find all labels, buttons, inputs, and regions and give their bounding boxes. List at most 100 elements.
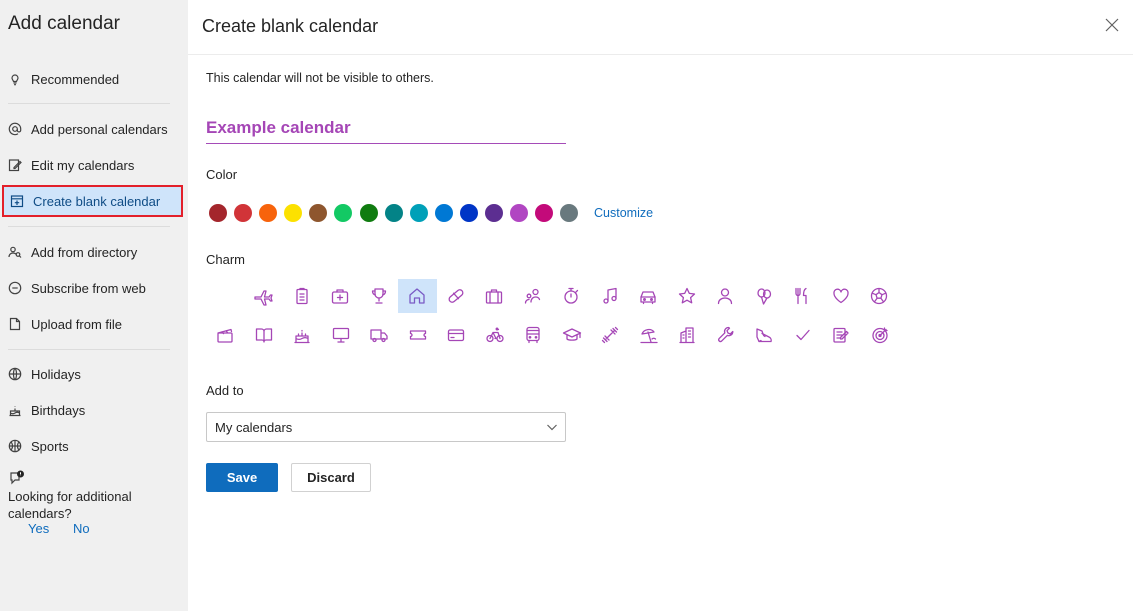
music-note-icon[interactable] [591,279,630,313]
home-icon[interactable] [398,279,437,313]
sidebar-item-label: Recommended [31,71,120,87]
sidebar-item-holidays[interactable]: Holidays [0,359,186,389]
sidebar-item-label: Upload from file [31,316,123,332]
beach-icon[interactable] [630,318,669,352]
color-swatch[interactable] [234,203,253,222]
people-search-icon [8,245,22,259]
color-swatch[interactable] [384,203,403,222]
link-icon [8,281,22,295]
color-swatch[interactable] [209,203,227,222]
sidebar-item-upload-from-file[interactable]: Upload from file [0,309,186,339]
color-swatch[interactable] [309,203,328,222]
color-swatch[interactable] [434,203,453,222]
sidebar-item-birthdays[interactable]: Birthdays [0,395,186,425]
divider [8,103,170,104]
divider [8,226,170,227]
feedback-yes-link[interactable]: Yes [28,521,49,536]
color-swatch[interactable] [560,203,579,222]
color-swatch[interactable] [284,203,303,222]
discard-button[interactable]: Discard [291,463,371,492]
bicycle-icon[interactable] [476,318,515,352]
feedback-text: Looking for additional calendars? [8,489,132,521]
divider [8,349,170,350]
trophy-icon[interactable] [360,279,399,313]
color-swatch[interactable] [535,203,554,222]
sidebar-item-label: Birthdays [31,402,86,418]
calendar-add-icon [10,194,24,208]
sneaker-icon[interactable] [745,318,784,352]
wrench-icon[interactable] [707,318,746,352]
clipboard-icon[interactable] [283,279,322,313]
sidebar-item-subscribe-from-web[interactable]: Subscribe from web [0,273,186,303]
star-icon[interactable] [668,279,707,313]
bus-icon[interactable] [514,318,553,352]
book-icon[interactable] [245,318,284,352]
graduation-cap-icon[interactable] [553,318,592,352]
calendar-name-input[interactable] [206,113,566,144]
people-icon[interactable] [514,279,553,313]
sidebar-item-add-personal-calendars[interactable]: Add personal calendars [0,114,186,144]
balloons-icon[interactable] [745,279,784,313]
checkmark-icon[interactable] [784,318,823,352]
lightbulb-icon [8,72,22,86]
fork-knife-icon[interactable] [783,279,822,313]
color-label: Color [206,167,238,182]
sidebar-item-edit-my-calendars[interactable]: Edit my calendars [0,150,186,180]
charm-row [244,279,899,313]
pill-icon[interactable] [437,279,476,313]
cake-icon [8,403,22,417]
customize-color-link[interactable]: Customize [594,206,653,220]
target-icon[interactable] [861,318,900,352]
truck-icon[interactable] [360,318,399,352]
monitor-icon[interactable] [322,318,361,352]
color-swatch[interactable] [510,203,529,222]
sidebar-item-label: Subscribe from web [31,280,146,296]
color-swatch[interactable] [259,203,278,222]
dumbbell-icon[interactable] [591,318,630,352]
feedback-no-link[interactable]: No [73,521,90,536]
chevron-down-icon [546,421,558,433]
sidebar-item-label: Holidays [31,366,81,382]
edit-icon [8,158,22,172]
person-icon[interactable] [706,279,745,313]
sidebar-item-sports[interactable]: Sports [0,431,186,461]
building-icon[interactable] [668,318,707,352]
sidebar-item-label: Add personal calendars [31,121,168,137]
sidebar-item-create-blank-calendar[interactable]: Create blank calendar [2,185,183,217]
sidebar: Add calendar Recommended Add personal ca… [0,0,188,611]
sidebar-item-label: Sports [31,438,69,454]
color-swatch[interactable] [334,203,353,222]
visibility-note: This calendar will not be visible to oth… [206,71,434,85]
birthday-cake-icon[interactable] [283,318,322,352]
sidebar-item-add-from-directory[interactable]: Add from directory [0,237,186,267]
at-icon [8,122,22,136]
basketball-icon [8,439,22,453]
add-to-dropdown[interactable]: My calendars [206,412,566,442]
charm-row [206,318,899,352]
airplane-icon[interactable] [244,279,283,313]
heart-icon[interactable] [822,279,861,313]
header-divider [188,54,1133,55]
notepad-icon[interactable] [822,318,861,352]
globe-icon [8,367,22,381]
close-icon [1105,18,1119,32]
create-calendar-panel: Create blank calendar This calendar will… [188,0,1133,611]
soccer-ball-icon[interactable] [860,279,899,313]
sidebar-item-recommended[interactable]: Recommended [0,64,186,94]
movie-clapper-icon[interactable] [206,318,245,352]
document-icon [8,317,22,331]
color-swatch[interactable] [485,203,504,222]
color-swatch[interactable] [409,203,428,222]
car-icon[interactable] [629,279,668,313]
briefcase-icon[interactable] [475,279,514,313]
credit-card-icon[interactable] [437,318,476,352]
color-swatch[interactable] [459,203,478,222]
color-swatch[interactable] [359,203,378,222]
page-title: Create blank calendar [202,16,379,36]
first-aid-kit-icon[interactable] [321,279,360,313]
save-button[interactable]: Save [206,463,278,492]
close-button[interactable] [1103,16,1121,34]
add-to-value: My calendars [215,419,293,435]
stopwatch-icon[interactable] [552,279,591,313]
ticket-icon[interactable] [399,318,438,352]
